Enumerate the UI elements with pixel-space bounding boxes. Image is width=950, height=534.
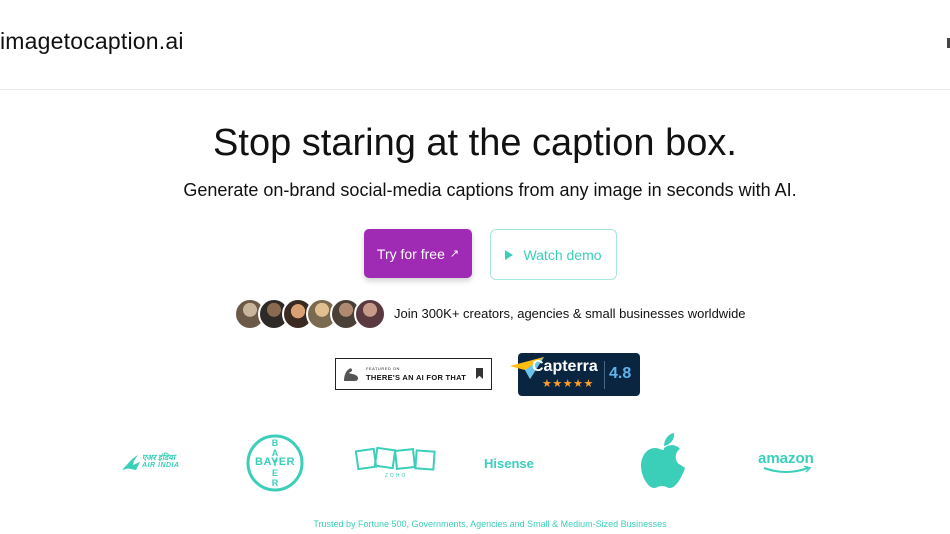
apple-logo (640, 432, 688, 490)
flexed-arm-icon (344, 368, 359, 381)
apple-logo-icon (641, 433, 685, 488)
watch-demo-label: Watch demo (523, 246, 602, 263)
bayer-vertical: BAYER (271, 438, 279, 488)
hisense-text: Hisense (484, 456, 534, 471)
capterra-divider (604, 361, 605, 389)
join-text: Join 300K+ creators, agencies & small bu… (394, 306, 746, 321)
theres-an-ai-for-that-badge[interactable]: FEATURED ON THERE'S AN AI FOR THAT (335, 358, 492, 390)
amazon-smile-icon (763, 466, 812, 473)
avatar (354, 298, 386, 330)
arrow-up-right-icon: ↗ (449, 248, 460, 260)
capterra-badge[interactable]: Capterra ★★★★★ 4.8 (510, 353, 640, 396)
bayer-logo: BAYER BAYER (246, 434, 304, 492)
amazon-logo: amazon (758, 450, 814, 476)
trusted-by-text: Trusted by Fortune 500, Governments, Age… (313, 519, 667, 529)
site-header: imagetocaption.ai (0, 0, 950, 90)
site-logo[interactable]: imagetocaption.ai (0, 28, 184, 55)
zoho-text: ZOHO (384, 473, 408, 479)
try-for-free-label: Try for free (376, 245, 445, 262)
zoho-logo: ZOHO (354, 446, 437, 482)
hero-title: Stop staring at the caption box. (213, 122, 737, 164)
capterra-name: Capterra (532, 358, 598, 375)
air-india-logo: एअर इंडिया AIR INDIA (120, 450, 188, 476)
rating-stars-icon: ★★★★★ (542, 378, 594, 390)
hero-subtitle: Generate on-brand social-media captions … (183, 180, 797, 200)
watch-demo-button[interactable]: Watch demo (490, 229, 617, 280)
aift-featured-label: FEATURED ON (366, 366, 400, 371)
play-icon (505, 249, 514, 260)
bookmark-icon (476, 368, 483, 379)
air-india-text: AIR INDIA (142, 462, 180, 469)
amazon-text: amazon (758, 450, 814, 467)
capterra-rating: 4.8 (609, 365, 632, 382)
try-for-free-button[interactable]: Try for free ↗ (364, 229, 472, 278)
hisense-logo: Hisense (484, 455, 554, 473)
aift-name: THERE'S AN AI FOR THAT (366, 373, 467, 382)
